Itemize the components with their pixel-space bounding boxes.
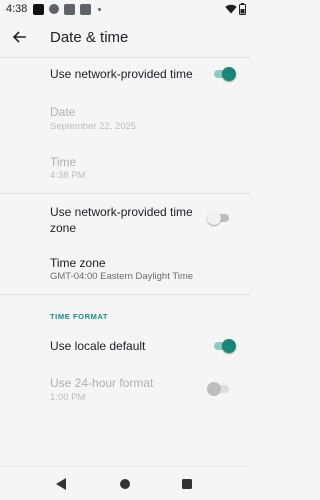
switch-thumb [222, 339, 236, 353]
date-value: September 22, 2025 [50, 121, 137, 132]
network-zone-label-line2: zone [50, 221, 77, 235]
wifi-icon [225, 4, 237, 14]
app-notification-icon-2 [80, 3, 92, 15]
network-zone-label-line1: Use network-provided time [50, 205, 193, 219]
time-zone-value: GMT-04:00 Eastern Daylight Time [50, 271, 194, 282]
network-time-label: Use network-provided time [50, 67, 193, 81]
section-divider [0, 193, 250, 194]
nav-recents-icon[interactable] [182, 479, 192, 489]
dnd-icon [49, 4, 60, 14]
navigation-bar [0, 466, 250, 500]
time-format-header: TIME FORMAT [50, 312, 109, 321]
date-label: Date [50, 105, 76, 119]
nav-home-icon[interactable] [120, 479, 130, 489]
use-24h-switch[interactable] [207, 382, 231, 396]
switch-thumb [207, 382, 221, 396]
status-time: 4:38 [6, 3, 28, 15]
arrow-back-icon [12, 31, 26, 43]
time-value: 4:38 PM [50, 170, 86, 181]
top-app-bar: Date & time [0, 18, 250, 56]
back-button[interactable] [0, 18, 38, 56]
network-time-switch[interactable] [212, 67, 236, 81]
time-label: Time [50, 155, 77, 169]
switch-thumb [207, 211, 221, 225]
section-divider-2 [0, 294, 250, 295]
more-notifications-icon [98, 7, 102, 11]
screen: 4:38 Date & time Use network-provided ti… [0, 0, 250, 500]
switch-thumb [222, 67, 236, 81]
page-title: Date & time [50, 29, 129, 46]
battery-icon [239, 3, 246, 15]
nav-back-icon[interactable] [56, 478, 66, 490]
time-zone-label: Time zone [50, 256, 106, 270]
status-bar: 4:38 [0, 0, 250, 18]
use-24h-value: 1:00 PM [50, 392, 86, 403]
app-notification-icon [64, 3, 76, 15]
notification-icon [33, 3, 45, 15]
network-zone-switch[interactable] [207, 211, 231, 225]
header-divider [0, 57, 250, 58]
locale-default-label: Use locale default [50, 339, 146, 353]
use-24h-label: Use 24-hour format [50, 376, 154, 390]
locale-default-switch[interactable] [212, 339, 236, 353]
status-right [225, 3, 246, 15]
